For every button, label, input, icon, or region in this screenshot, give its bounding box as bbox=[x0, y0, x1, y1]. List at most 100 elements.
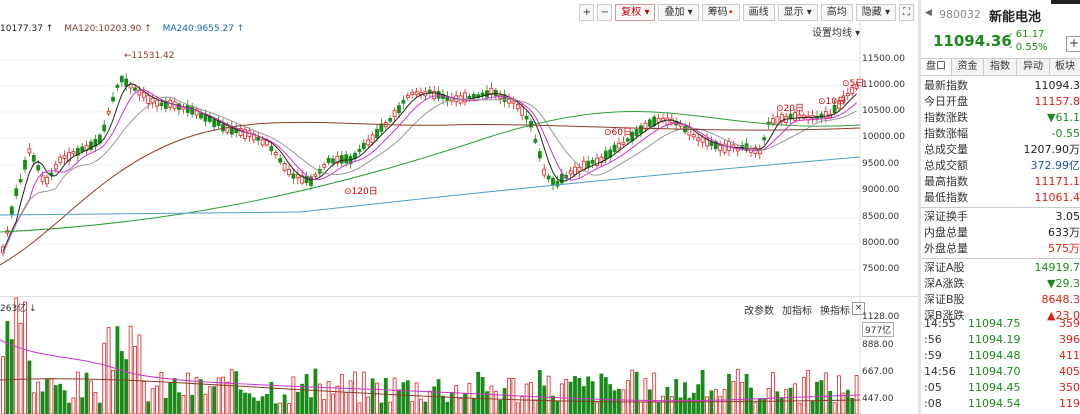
volume-bars bbox=[0, 297, 861, 414]
add-indicator-button[interactable]: 加指标 bbox=[782, 302, 812, 317]
volume-bar bbox=[326, 380, 331, 414]
volume-bar bbox=[612, 390, 617, 414]
volume-bar bbox=[819, 380, 824, 414]
tab-bankuai[interactable]: 板块 bbox=[1050, 59, 1080, 75]
candle-body bbox=[326, 157, 331, 163]
high-price-label: ←11531.42 bbox=[124, 51, 175, 61]
ma5-mark: ⊙5日 bbox=[842, 79, 865, 89]
stats-list: 最新指数 11094.3 今日开盘 11157.8 指数涨跌 ▼61.1 指数涨幅 -0… bbox=[921, 78, 1080, 324]
volume-bar bbox=[256, 400, 261, 414]
current-price: 11094.36 bbox=[933, 32, 1012, 50]
price-tick: 10500.00 bbox=[862, 106, 905, 116]
volume-bar bbox=[405, 380, 410, 414]
candle-body bbox=[520, 106, 525, 116]
volume-bar bbox=[304, 374, 309, 414]
tab-pankou[interactable]: 盘口 bbox=[921, 59, 952, 75]
volume-bar bbox=[115, 326, 120, 414]
volume-bar bbox=[577, 377, 582, 414]
volume-current-tick: 977亿 bbox=[862, 322, 895, 337]
candle-body bbox=[14, 188, 19, 196]
volume-bar bbox=[502, 388, 507, 414]
volume-bar bbox=[423, 401, 428, 414]
tick-row: :08 11094.54 119 bbox=[924, 397, 1080, 410]
stat-row: 外盘总量 575万 bbox=[924, 242, 1080, 255]
volume-bar bbox=[18, 322, 23, 414]
volume-bar bbox=[49, 378, 54, 414]
volume-bar bbox=[445, 401, 450, 414]
volume-bar bbox=[744, 373, 749, 414]
volume-bar bbox=[146, 401, 151, 414]
candle-body bbox=[678, 123, 683, 127]
switch-indicator-button[interactable]: 换指标 bbox=[820, 302, 850, 317]
volume-bar bbox=[155, 385, 159, 414]
volume-bar bbox=[573, 375, 577, 414]
candle-body bbox=[53, 164, 58, 170]
candle-body bbox=[410, 91, 415, 95]
candle-body bbox=[58, 156, 63, 163]
volume-bar bbox=[599, 373, 604, 414]
volume-bar bbox=[432, 386, 437, 414]
volume-bar bbox=[287, 403, 291, 414]
ma60-mark: ⊙60日 bbox=[604, 128, 632, 138]
volume-bar bbox=[159, 372, 164, 414]
candle-body bbox=[295, 174, 300, 179]
tab-zhishu[interactable]: 指数 bbox=[984, 59, 1017, 75]
volume-bar bbox=[111, 369, 115, 414]
tick-row: :59 11094.48 411 bbox=[924, 349, 1080, 362]
volume-bar bbox=[595, 402, 599, 414]
price-tick: 8500.00 bbox=[862, 212, 900, 222]
volume-bar bbox=[331, 393, 335, 414]
volume-bar bbox=[779, 397, 784, 414]
price-tick: 8000.00 bbox=[862, 238, 900, 248]
volume-bar bbox=[806, 369, 811, 414]
volume-bar bbox=[379, 402, 384, 414]
candle-body bbox=[256, 136, 261, 141]
candle-body bbox=[524, 115, 529, 120]
volume-bar bbox=[53, 385, 58, 414]
volume-bar bbox=[124, 359, 129, 414]
tab-zijin[interactable]: 资金 bbox=[952, 59, 984, 75]
candle-body bbox=[656, 117, 661, 123]
volume-bar bbox=[234, 371, 239, 414]
stat-row: 最高指数 11171.1 bbox=[924, 175, 1080, 188]
candle-body bbox=[401, 99, 406, 104]
volume-bar bbox=[58, 383, 63, 414]
stat-row: 深证A股 14919.7 bbox=[924, 261, 1080, 274]
volume-bar bbox=[199, 379, 203, 414]
volume-bar bbox=[718, 396, 723, 414]
add-watchlist-button[interactable]: + bbox=[1066, 36, 1080, 52]
volume-bar bbox=[375, 382, 379, 414]
tab-yidong[interactable]: 异动 bbox=[1017, 59, 1050, 75]
stat-row: 深A涨跌 ▼29.3 bbox=[924, 277, 1080, 290]
volume-bar bbox=[625, 380, 630, 414]
candle-body bbox=[696, 137, 701, 142]
prev-arrow-icon[interactable]: ◀ bbox=[925, 8, 932, 18]
candle-body bbox=[471, 93, 476, 98]
volume-bar bbox=[559, 383, 564, 414]
volume-bar bbox=[14, 297, 19, 414]
volume-bar bbox=[630, 369, 635, 414]
volume-bar bbox=[278, 402, 283, 414]
volume-bar bbox=[190, 394, 195, 414]
kline-chart-area[interactable]: + − 复权 ▾ 叠加 ▾ 筹码• 画线 显示 ▾ 高均 隐藏 ▾ ⛶ 1017… bbox=[0, 0, 918, 414]
volume-bar bbox=[322, 399, 327, 414]
candle-body bbox=[546, 175, 551, 180]
volume-bar bbox=[344, 392, 349, 414]
candle-body bbox=[291, 173, 296, 179]
volume-bar bbox=[80, 397, 85, 414]
volume-bar bbox=[652, 372, 657, 414]
volume-bar bbox=[810, 401, 815, 414]
candle-body bbox=[133, 87, 137, 91]
volume-bar bbox=[463, 393, 467, 414]
volume-bar bbox=[546, 375, 551, 414]
volume-bar bbox=[705, 396, 709, 414]
ma10-line bbox=[2, 89, 857, 254]
candle-body bbox=[40, 175, 45, 182]
volume-bar bbox=[709, 390, 714, 414]
volume-bar bbox=[529, 382, 533, 414]
candle-body bbox=[568, 170, 573, 175]
edit-params-button[interactable]: 改参数 bbox=[744, 302, 774, 317]
candle-body bbox=[344, 154, 349, 164]
volume-bar bbox=[441, 395, 445, 414]
panel-tabs: 盘口 资金 指数 异动 板块 bbox=[921, 58, 1080, 76]
